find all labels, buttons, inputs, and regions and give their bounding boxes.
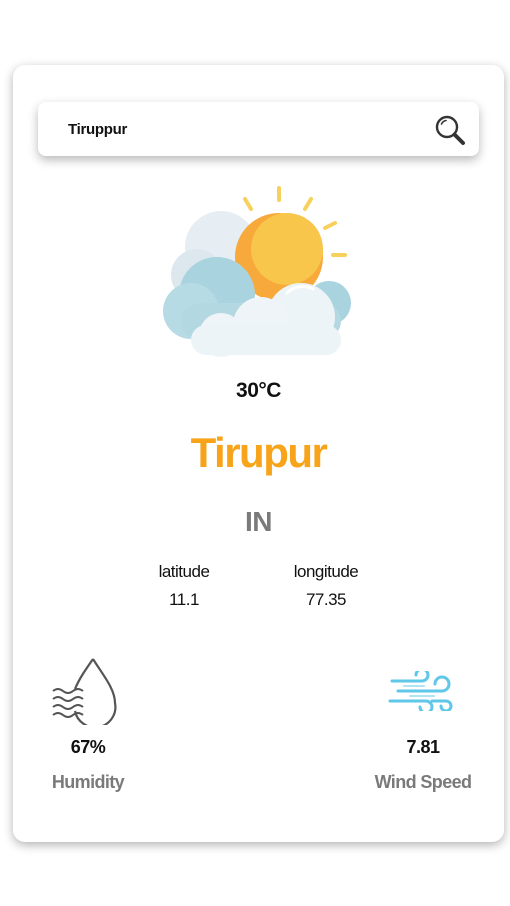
latitude-label: latitude bbox=[158, 562, 210, 581]
weather-card: 30°C Tirupur IN latitude 11.1 longitude … bbox=[13, 65, 504, 842]
country-code: IN bbox=[245, 506, 273, 537]
humidity-value: 67% bbox=[70, 737, 106, 757]
temperature: 30°C bbox=[236, 379, 281, 402]
search-button[interactable] bbox=[433, 113, 467, 147]
partly-cloudy-sun-icon bbox=[163, 186, 351, 357]
search-input[interactable] bbox=[68, 114, 408, 144]
latitude-value: 11.1 bbox=[169, 590, 199, 609]
search-icon bbox=[435, 115, 465, 145]
humidity-drop-icon bbox=[52, 658, 117, 725]
wind-speed-value: 7.81 bbox=[406, 737, 440, 757]
city-name: Tirupur bbox=[190, 429, 328, 476]
wind-icon bbox=[388, 671, 453, 711]
longitude-value: 77.35 bbox=[305, 590, 347, 609]
humidity-label: Humidity bbox=[51, 772, 125, 792]
search-bar bbox=[38, 102, 479, 156]
latitude: latitude 11.1 bbox=[124, 562, 244, 610]
longitude: longitude 77.35 bbox=[266, 562, 386, 610]
wind-stat: 7.81 Wind Speed bbox=[363, 655, 483, 793]
longitude-label: longitude bbox=[293, 562, 359, 581]
humidity-stat: 67% Humidity bbox=[33, 655, 143, 793]
wind-speed-label: Wind Speed bbox=[374, 772, 472, 792]
